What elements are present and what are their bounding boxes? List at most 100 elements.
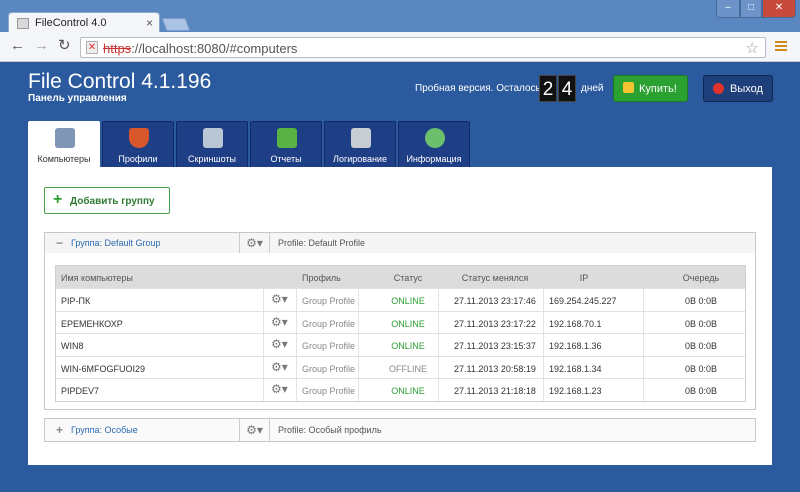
row-settings-gear-icon[interactable]: ⚙▾ xyxy=(271,361,288,373)
computer-profile: Group Profile xyxy=(302,296,356,306)
add-group-button[interactable]: + Добавить группу xyxy=(44,187,170,214)
tab-logging[interactable]: Логирование xyxy=(324,121,396,168)
shield-icon xyxy=(129,128,149,148)
group-profile: Profile: Default Profile xyxy=(278,238,366,248)
group-name[interactable]: Группа: Default Group xyxy=(71,238,161,248)
queue-value: 0B 0:0B xyxy=(684,318,718,329)
menu-icon[interactable] xyxy=(775,41,787,53)
table-row[interactable]: WIN8 ⚙▾ Group Profile ONLINE 27.11.2013 … xyxy=(56,333,745,356)
tab-profiles[interactable]: Профили xyxy=(102,121,174,168)
table-header: Имя компьютеры Профиль Статус Статус мен… xyxy=(56,266,745,288)
logout-button[interactable]: Выход xyxy=(703,75,773,102)
table-row[interactable]: PIP-ПК ⚙▾ Group Profile ONLINE 27.11.201… xyxy=(56,288,745,311)
row-settings-gear-icon[interactable]: ⚙▾ xyxy=(271,383,288,395)
computer-icon xyxy=(55,128,75,148)
magnifier-icon xyxy=(203,128,223,148)
status-changed: 27.11.2013 23:15:37 xyxy=(454,341,536,351)
url-text: https://localhost:8080/#computers xyxy=(103,41,298,56)
ip-address: 192.168.1.23 xyxy=(549,386,602,396)
ip-address: 169.254.245.227 xyxy=(549,296,617,306)
table-row[interactable]: WIN-6MFOGFUOI29 ⚙▾ Group Profile OFFLINE… xyxy=(56,355,745,378)
computer-name: PIP-ПК xyxy=(61,296,91,306)
insecure-lock-icon: ✕ xyxy=(86,41,98,54)
buy-button[interactable]: Купить! xyxy=(613,75,688,102)
ip-address: 192.168.70.1 xyxy=(549,318,602,329)
days-left-digit: 2 xyxy=(539,75,557,102)
status-text: ONLINE xyxy=(391,318,425,329)
group-settings-gear-icon[interactable]: ⚙▾ xyxy=(239,233,270,253)
computers-table: Имя компьютеры Профиль Статус Статус мен… xyxy=(55,265,746,402)
status-text: OFFLINE xyxy=(388,363,427,374)
group-default: − Группа: Default Group ⚙▾ Profile: Defa… xyxy=(44,232,756,410)
status-changed: 27.11.2013 23:17:46 xyxy=(454,296,536,306)
computer-name: PIPDEV7 xyxy=(61,386,100,396)
browser-tab[interactable]: FileControl 4.0 × xyxy=(8,12,160,34)
browser-titlebar: FileControl 4.0 × – □ ✕ xyxy=(0,0,800,34)
days-label: дней xyxy=(581,83,604,94)
collapse-icon[interactable]: − xyxy=(56,237,63,249)
status-text: ONLINE xyxy=(391,296,425,306)
forward-arrow-icon[interactable]: → xyxy=(34,38,49,54)
column-header: Статус xyxy=(393,273,423,283)
group-settings-gear-icon[interactable]: ⚙▾ xyxy=(239,419,270,441)
row-settings-gear-icon[interactable]: ⚙▾ xyxy=(271,338,288,350)
days-left-digit: 4 xyxy=(558,75,576,102)
ip-address: 192.168.1.34 xyxy=(549,363,602,374)
logout-label: Выход xyxy=(730,83,763,95)
computer-profile: Group Profile xyxy=(302,341,356,351)
column-header: Очередь xyxy=(682,273,720,283)
browser-toolbar: ← → ↻ ✕ https://localhost:8080/#computer… xyxy=(0,32,800,62)
status-changed: 27.11.2013 21:18:18 xyxy=(454,386,536,396)
tab-title: FileControl 4.0 xyxy=(35,17,107,29)
group-name[interactable]: Группа: Особые xyxy=(71,425,138,435)
bookmark-star-icon[interactable]: ☆ xyxy=(746,39,759,57)
row-settings-gear-icon[interactable]: ⚙▾ xyxy=(271,293,288,305)
gears-icon xyxy=(425,128,445,148)
column-header: IP xyxy=(579,273,589,283)
row-settings-gear-icon[interactable]: ⚙▾ xyxy=(271,316,288,328)
status-changed: 27.11.2013 23:17:22 xyxy=(454,318,536,329)
computer-profile: Group Profile xyxy=(302,318,356,329)
trial-text: Пробная версия. Осталось xyxy=(415,83,541,94)
ip-address: 192.168.1.36 xyxy=(549,341,602,351)
queue-value: 0B 0:0B xyxy=(684,296,718,306)
column-header: Имя компьютеры xyxy=(61,273,133,283)
group-profile: Profile: Особый профиль xyxy=(278,425,382,435)
tab-reports[interactable]: Отчеты xyxy=(250,121,322,168)
buy-label: Купить! xyxy=(639,83,677,95)
minimize-button[interactable]: – xyxy=(716,0,740,18)
queue-value: 0B 0:0B xyxy=(684,386,718,396)
table-row[interactable]: PIPDEV7 ⚙▾ Group Profile ONLINE 27.11.20… xyxy=(56,378,745,401)
page-icon xyxy=(17,18,29,29)
bar-chart-icon xyxy=(277,128,297,148)
plus-icon: + xyxy=(53,191,63,208)
queue-value: 0B 0:0B xyxy=(684,363,718,374)
tab-screenshots[interactable]: Скриншоты xyxy=(176,121,248,168)
close-tab-icon[interactable]: × xyxy=(146,16,153,30)
back-arrow-icon[interactable]: ← xyxy=(10,38,25,54)
computer-name: WIN8 xyxy=(61,341,84,351)
column-header: Статус менялся xyxy=(461,273,529,283)
new-tab-button[interactable] xyxy=(161,18,191,31)
column-header: Профиль xyxy=(302,273,341,283)
expand-icon[interactable]: + xyxy=(56,424,63,436)
table-row[interactable]: ЕРЕМЕНКОХР ⚙▾ Group Profile ONLINE 27.11… xyxy=(56,310,745,333)
computer-profile: Group Profile xyxy=(302,386,356,396)
queue-value: 0B 0:0B xyxy=(684,341,718,351)
computers-panel: + Добавить группу − Группа: Default Grou… xyxy=(28,167,772,465)
status-text: ONLINE xyxy=(391,386,425,396)
group-header: − Группа: Default Group ⚙▾ Profile: Defa… xyxy=(45,233,755,253)
reload-icon[interactable]: ↻ xyxy=(58,38,71,54)
cart-icon xyxy=(623,82,634,93)
close-window-button[interactable]: ✕ xyxy=(762,0,796,18)
maximize-button[interactable]: □ xyxy=(740,0,762,18)
tab-computers[interactable]: Компьютеры xyxy=(28,121,100,169)
group-special: + Группа: Особые ⚙▾ Profile: Особый проф… xyxy=(44,418,756,442)
add-group-label: Добавить группу xyxy=(70,196,155,207)
tab-information[interactable]: Информация xyxy=(398,121,470,168)
log-icon xyxy=(351,128,371,148)
computer-name: WIN-6MFOGFUOI29 xyxy=(61,363,146,374)
computer-name: ЕРЕМЕНКОХР xyxy=(61,318,123,329)
address-bar[interactable]: ✕ https://localhost:8080/#computers ☆ xyxy=(80,37,766,58)
power-icon xyxy=(713,83,724,94)
